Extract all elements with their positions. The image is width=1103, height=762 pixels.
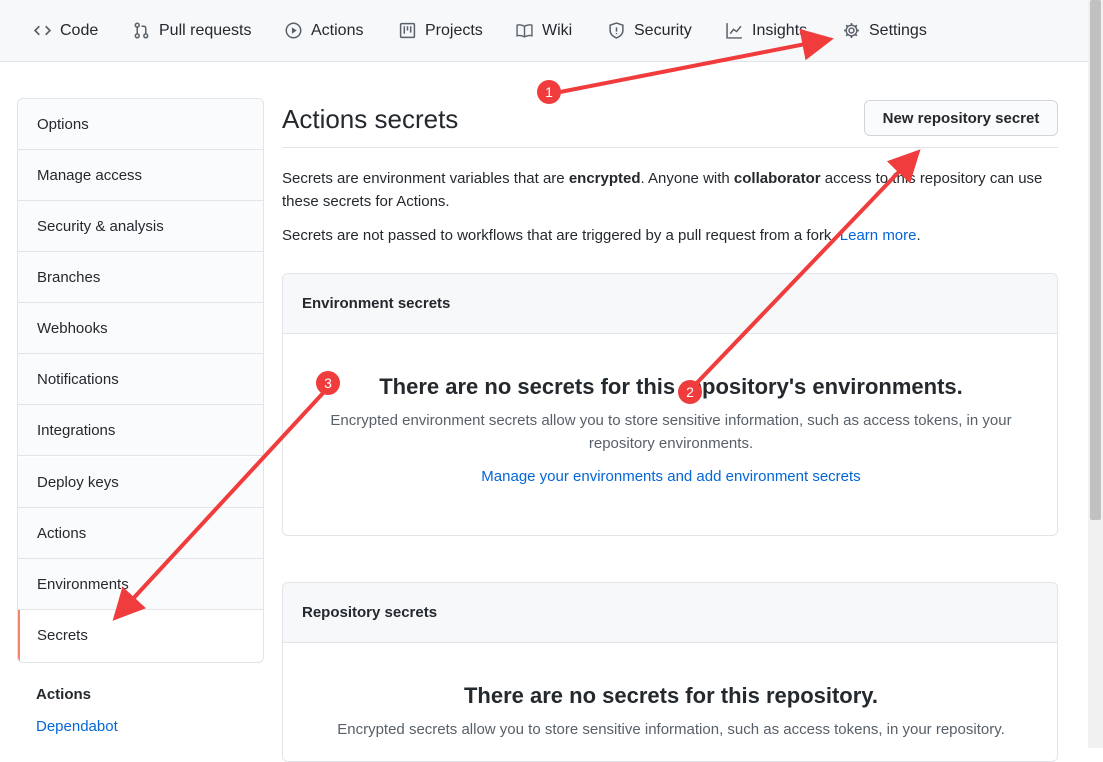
settings-sidebar: Options Manage access Security & analysi… xyxy=(17,98,264,663)
code-icon xyxy=(34,25,51,36)
scrollbar-thumb[interactable] xyxy=(1090,0,1101,520)
tab-actions[interactable]: Actions xyxy=(285,0,363,61)
play-icon xyxy=(285,22,302,39)
intro-text: . Anyone with xyxy=(640,170,734,187)
sidebar-item-label: Environments xyxy=(37,575,129,593)
shield-icon xyxy=(609,22,624,39)
new-repository-secret-button[interactable]: New repository secret xyxy=(864,100,1058,136)
sidebar-item-label: Actions xyxy=(37,524,87,542)
pull-request-icon xyxy=(134,22,149,39)
page-title: Actions secrets xyxy=(282,104,459,134)
intro-bold-collaborator: collaborator xyxy=(733,170,821,187)
sidebar-item-environments[interactable]: Environments xyxy=(18,559,263,610)
manage-environments-link[interactable]: Manage your environments and add environ… xyxy=(283,468,1057,485)
tab-wiki-label: Wiki xyxy=(542,21,573,39)
tab-pull-requests[interactable]: Pull requests xyxy=(133,0,252,61)
sidebar-item-label: Security & analysis xyxy=(37,217,164,235)
tab-code[interactable]: Code xyxy=(34,0,98,61)
sidebar-item-security-analysis[interactable]: Security & analysis xyxy=(18,201,263,252)
intro-text: . xyxy=(916,227,921,244)
sidebar-item-label: Secrets xyxy=(37,627,88,644)
project-board-icon xyxy=(399,22,416,39)
tab-security-label: Security xyxy=(634,21,692,39)
sidebar-item-label: Branches xyxy=(37,268,101,286)
intro-bold-encrypted: encrypted xyxy=(568,170,641,187)
sidebar-item-deploy-keys[interactable]: Deploy keys xyxy=(18,457,263,508)
tab-insights-label: Insights xyxy=(752,21,808,39)
sidebar-item-notifications[interactable]: Notifications xyxy=(18,354,263,405)
sidebar-item-label: Manage access xyxy=(37,166,143,184)
sidebar-item-label: Webhooks xyxy=(37,319,108,337)
tab-settings-label: Settings xyxy=(869,21,927,39)
intro-text: Secrets are environment variables that a… xyxy=(282,170,569,187)
intro-paragraph-1: Secrets are environment variables that a… xyxy=(282,167,1052,213)
learn-more-link[interactable]: Learn more xyxy=(840,227,917,244)
intro-paragraph-2: Secrets are not passed to workflows that… xyxy=(282,224,1052,247)
repo-nav: Code Pull requests Actions Projects Wiki… xyxy=(0,0,1088,62)
sidebar-item-manage-access[interactable]: Manage access xyxy=(18,150,263,201)
annotation-number: 1 xyxy=(545,84,553,100)
environment-blankslate-description: Encrypted environment secrets allow you … xyxy=(330,412,1012,452)
sidebar-item-webhooks[interactable]: Webhooks xyxy=(18,303,263,354)
sidebar-item-options[interactable]: Options xyxy=(18,99,263,150)
tab-wiki[interactable]: Wiki xyxy=(516,0,572,61)
sidebar-link-dependabot[interactable]: Dependabot xyxy=(36,718,118,735)
environment-blankslate-title: There are no secrets for this repository… xyxy=(379,374,963,399)
tab-settings[interactable]: Settings xyxy=(843,0,927,61)
sidebar-item-label: Deploy keys xyxy=(37,473,119,491)
sidebar-section-heading: Actions xyxy=(36,686,92,703)
gear-icon xyxy=(844,23,859,38)
sidebar-item-label: Integrations xyxy=(37,421,116,439)
book-icon xyxy=(516,24,533,38)
tab-pull-requests-label: Pull requests xyxy=(159,21,252,39)
sidebar-item-actions[interactable]: Actions xyxy=(18,508,263,559)
repository-secrets-box: Repository secrets There are no secrets … xyxy=(282,582,1058,762)
repository-secrets-header: Repository secrets xyxy=(283,583,1057,643)
title-divider xyxy=(282,147,1058,148)
sidebar-item-branches[interactable]: Branches xyxy=(18,252,263,303)
tab-actions-label: Actions xyxy=(311,21,364,39)
graph-icon xyxy=(726,23,742,39)
sidebar-item-label: Notifications xyxy=(37,370,119,388)
annotation-marker-1: 1 xyxy=(537,80,561,104)
sidebar-item-integrations[interactable]: Integrations xyxy=(18,405,263,456)
environment-secrets-header: Environment secrets xyxy=(283,274,1057,334)
sidebar-item-label: Options xyxy=(37,115,89,133)
tab-security[interactable]: Security xyxy=(608,0,692,61)
repository-blankslate-title: There are no secrets for this repository… xyxy=(463,683,879,708)
tab-projects-label: Projects xyxy=(425,21,483,39)
tab-code-label: Code xyxy=(60,21,99,39)
tab-insights[interactable]: Insights xyxy=(726,0,807,61)
environment-secrets-box: Environment secrets There are no secrets… xyxy=(282,273,1058,536)
repository-blankslate-description: Encrypted secrets allow you to store sen… xyxy=(337,721,1005,738)
sidebar-item-secrets[interactable]: Secrets xyxy=(18,610,263,661)
intro-text: Secrets are not passed to workflows that… xyxy=(282,227,840,244)
tab-projects[interactable]: Projects xyxy=(399,0,483,61)
